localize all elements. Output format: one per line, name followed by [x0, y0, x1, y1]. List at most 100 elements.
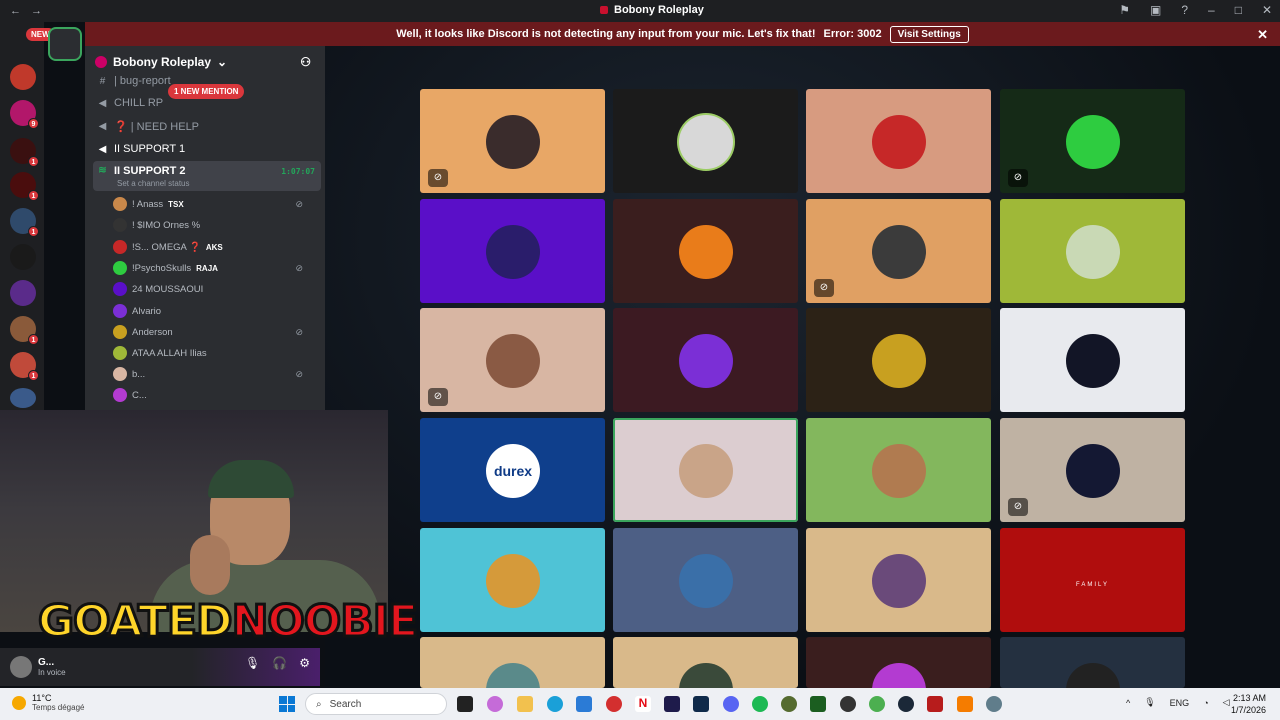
app-icon[interactable] [957, 696, 973, 712]
app-icon[interactable] [606, 696, 622, 712]
voice-user[interactable]: Alvario [113, 301, 313, 321]
inbox-icon[interactable]: ⚑ [1119, 3, 1130, 17]
gear-icon[interactable]: ⚙ [299, 656, 310, 670]
participant-tile[interactable] [806, 637, 991, 688]
avatar [1066, 334, 1120, 388]
voice-user[interactable]: !S... OMEGA ❓ AKS [113, 237, 313, 257]
voice-user[interactable]: ! Anass TSX ⊘ [113, 194, 313, 214]
banner-close-icon[interactable]: ✕ [1257, 27, 1268, 43]
participant-tile[interactable] [420, 199, 605, 303]
participant-tile[interactable] [613, 528, 798, 632]
maximize-button[interactable]: □ [1235, 3, 1242, 17]
participant-tile[interactable]: ⊘ [806, 199, 991, 303]
back-arrow-icon[interactable]: ← [10, 5, 21, 17]
weather-widget[interactable]: 11°C Temps dégagé [12, 693, 84, 712]
user-controls: 🎙 🎧 ⚙ [245, 656, 310, 670]
app-icon[interactable] [840, 696, 856, 712]
server-icon[interactable]: 1 [10, 208, 39, 237]
invite-icon[interactable]: ⚇ [300, 55, 311, 69]
server-icon[interactable] [10, 244, 36, 270]
channel-support-2[interactable]: ≋ II SUPPORT 2 1:07:07 Set a channel sta… [93, 161, 321, 191]
voice-user[interactable]: ATAA ALLAH Ilias [113, 343, 313, 363]
mic-icon[interactable]: 🎙 [245, 656, 260, 670]
spotify-icon[interactable] [752, 696, 768, 712]
start-button[interactable] [279, 696, 295, 712]
minimize-button[interactable]: – [1208, 3, 1215, 17]
participant-tile[interactable] [806, 418, 991, 522]
photoshop-icon[interactable] [693, 696, 709, 712]
language-indicator[interactable]: ENG [1170, 698, 1190, 708]
participant-tile[interactable] [806, 89, 991, 193]
store-icon[interactable] [576, 696, 592, 712]
wifi-icon[interactable]: ◔ [1203, 698, 1208, 708]
server-icon[interactable]: 9 [10, 100, 39, 129]
server-icon[interactable]: 1 [10, 172, 39, 201]
participant-tile[interactable] [1000, 637, 1185, 688]
chevron-up-icon[interactable]: ^ [1126, 698, 1130, 708]
volume-icon[interactable]: ◁ [1223, 697, 1230, 708]
settings-app-icon[interactable] [986, 696, 1002, 712]
participant-tile[interactable] [613, 199, 798, 303]
participant-tile[interactable] [613, 308, 798, 412]
voice-user[interactable]: C... [113, 385, 313, 405]
participant-tile[interactable]: ⊘ [420, 308, 605, 412]
participant-tile[interactable] [1000, 308, 1185, 412]
voice-user[interactable]: ! $IMO Ornes % [113, 215, 313, 235]
channel-need-help[interactable]: ◀ ❓ | NEED HELP [93, 115, 321, 137]
mic-tray-icon[interactable]: 🎙 [1144, 697, 1155, 708]
channel-status[interactable]: Set a channel status [117, 179, 190, 188]
file-explorer-icon[interactable] [517, 696, 533, 712]
participant-tile[interactable] [1000, 199, 1185, 303]
participant-tile[interactable]: durex [420, 418, 605, 522]
netflix-icon[interactable]: N [635, 696, 651, 712]
participant-tile[interactable]: FAMILY [1000, 528, 1185, 632]
chrome-icon[interactable] [869, 696, 885, 712]
participant-tile[interactable] [806, 528, 991, 632]
avatar [113, 218, 127, 232]
forward-arrow-icon[interactable]: → [31, 5, 42, 17]
voice-user[interactable]: Anderson ⊘ [113, 322, 313, 342]
app-icon[interactable] [810, 696, 826, 712]
participant-tile[interactable] [420, 637, 605, 688]
server-icon[interactable] [10, 64, 36, 90]
screen-icon[interactable]: ▣ [1150, 3, 1161, 17]
participant-tile[interactable] [806, 308, 991, 412]
app-icon[interactable] [781, 696, 797, 712]
server-icon[interactable] [10, 280, 36, 306]
server-icon[interactable]: 1 [10, 316, 39, 345]
participant-tile[interactable] [613, 89, 798, 193]
steam-icon[interactable] [898, 696, 914, 712]
close-window-button[interactable]: ✕ [1262, 3, 1272, 17]
taskbar-search[interactable]: ⌕ Search [305, 693, 447, 715]
avatar [113, 346, 127, 360]
voice-user[interactable]: 24 MOUSSAOUI [113, 279, 313, 299]
participant-tile[interactable]: ⊘ [1000, 418, 1185, 522]
app-icon[interactable] [927, 696, 943, 712]
participant-tile[interactable]: ⊘ [420, 89, 605, 193]
new-mention-pill[interactable]: 1 NEW MENTION [168, 84, 245, 99]
participant-tile[interactable] [613, 637, 798, 688]
help-icon[interactable]: ? [1181, 3, 1188, 17]
direct-messages-icon[interactable] [48, 27, 82, 61]
headphones-icon[interactable]: 🎧 [272, 656, 287, 670]
visit-settings-button[interactable]: Visit Settings [889, 25, 969, 43]
speaker-icon: ◀ [98, 97, 107, 109]
clock[interactable]: 2:13 AM 1/7/2026 [1231, 692, 1266, 716]
edge-icon[interactable] [547, 696, 563, 712]
task-view-icon[interactable] [457, 696, 473, 712]
avatar[interactable] [10, 656, 32, 678]
avatar [486, 225, 540, 279]
premiere-icon[interactable] [664, 696, 680, 712]
server-icon[interactable] [10, 388, 36, 408]
copilot-icon[interactable] [487, 696, 503, 712]
participant-tile[interactable] [420, 528, 605, 632]
voice-user[interactable]: !PsychoSkulls RAJA ⊘ [113, 258, 313, 278]
discord-icon[interactable] [723, 696, 739, 712]
participant-tile[interactable] [613, 418, 798, 522]
participant-tile[interactable]: ⊘ [1000, 89, 1185, 193]
server-icon[interactable]: 1 [10, 138, 39, 167]
taskbar: 11°C Temps dégagé ⌕ Search N ^ 🎙 ENG ◔ ◁… [0, 688, 1280, 720]
voice-user[interactable]: b... ⊘ [113, 364, 313, 384]
channel-support-1[interactable]: ◀ II SUPPORT 1 [93, 138, 321, 160]
server-icon[interactable]: 1 [10, 352, 39, 381]
